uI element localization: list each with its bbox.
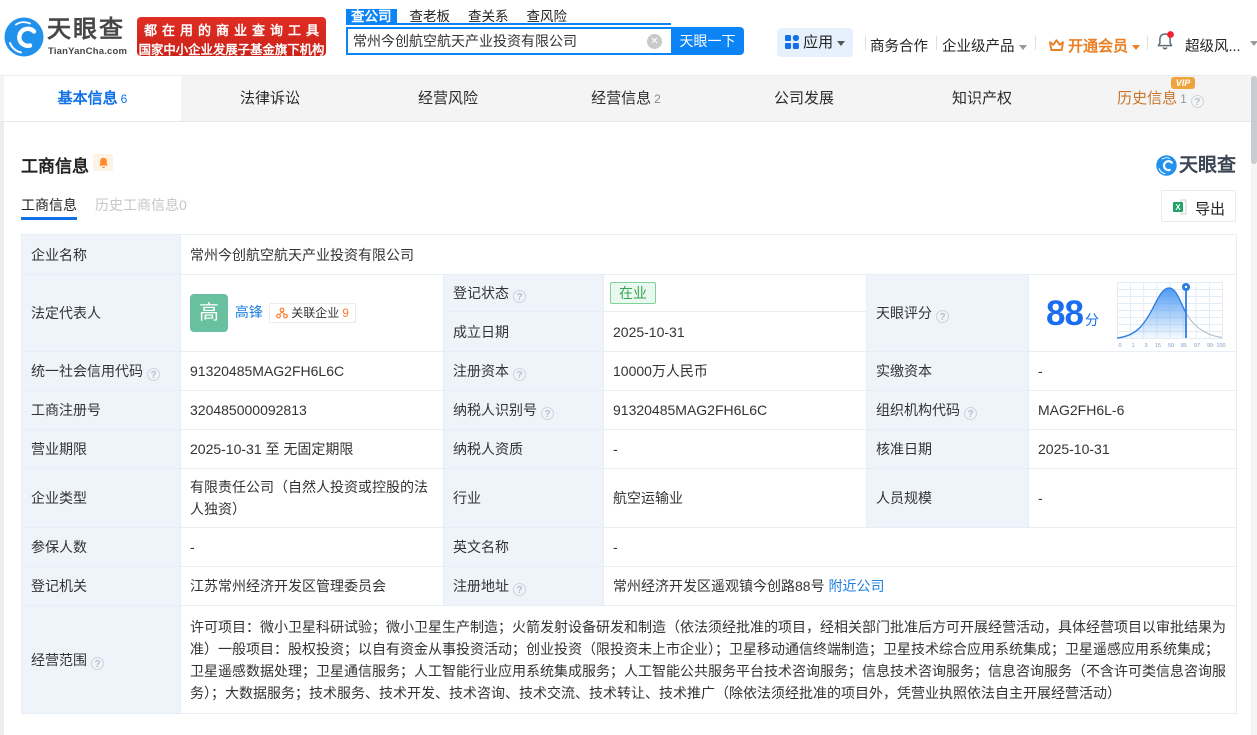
svg-text:97: 97 xyxy=(1194,343,1200,349)
svg-text:50: 50 xyxy=(1168,343,1174,349)
svg-text:1: 1 xyxy=(1131,343,1134,349)
svg-text:100: 100 xyxy=(1216,343,1225,349)
svg-text:99: 99 xyxy=(1207,343,1213,349)
svg-text:85: 85 xyxy=(1181,343,1187,349)
svg-text:X: X xyxy=(1175,203,1181,212)
svg-text:3: 3 xyxy=(1144,343,1147,349)
svg-text:0: 0 xyxy=(1118,343,1121,349)
svg-text:15: 15 xyxy=(1155,343,1161,349)
